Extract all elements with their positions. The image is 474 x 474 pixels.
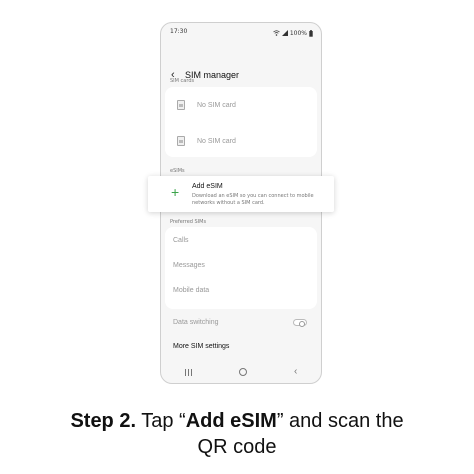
preferred-sims-card: Calls Messages Mobile data: [165, 227, 317, 309]
sim-card-row-2[interactable]: No SIM card: [171, 128, 311, 154]
add-esim-title: Add eSIM: [192, 183, 223, 190]
status-time: 17:30: [170, 28, 188, 35]
data-switching-toggle[interactable]: [293, 319, 307, 327]
caption-prefix: Tap “: [141, 410, 186, 432]
caption-line2: QR code: [197, 436, 277, 458]
recents-icon[interactable]: [184, 368, 192, 376]
section-label-sim-cards: SIM cards: [170, 78, 195, 84]
battery-percent: 100%: [289, 29, 307, 37]
preferred-calls[interactable]: Calls: [173, 237, 189, 244]
add-esim-description: Download an eSIM so you can connect to m…: [192, 193, 314, 206]
add-esim-button[interactable]: + Add eSIM Download an eSIM so you can c…: [148, 176, 334, 212]
sim-card-row-1[interactable]: No SIM card: [171, 92, 311, 118]
section-label-esims: eSIMs: [170, 168, 185, 174]
section-label-preferred-sims: Preferred SIMs: [170, 219, 207, 225]
caption-step: Step 2.: [70, 410, 137, 432]
plus-icon: +: [171, 184, 180, 200]
caption-highlight: Add eSIM: [185, 410, 277, 432]
back-icon[interactable]: ‹: [294, 367, 297, 377]
signal-icon: [281, 30, 288, 36]
sim-card-icon: [177, 136, 185, 146]
status-bar: 17:30 100%: [170, 28, 313, 38]
more-sim-settings[interactable]: More SIM settings: [173, 343, 229, 350]
wifi-icon: [273, 30, 280, 36]
settings-area: Data switching More SIM settings: [165, 309, 317, 359]
battery-icon: [309, 29, 313, 37]
caption-suffix: ” and scan the: [276, 410, 404, 432]
sim-card-icon: [177, 100, 185, 110]
data-switching-label: Data switching: [173, 319, 219, 326]
sim-cards-card: No SIM card No SIM card: [165, 87, 317, 157]
home-icon[interactable]: [238, 368, 247, 376]
navigation-bar: ‹: [161, 365, 321, 379]
sim-card-label: No SIM card: [197, 137, 236, 145]
sim-card-label: No SIM card: [197, 101, 236, 109]
instruction-caption: Step 2. Tap “Add eSIM” and scan the QR c…: [0, 408, 474, 460]
preferred-messages[interactable]: Messages: [173, 262, 205, 269]
preferred-mobile-data[interactable]: Mobile data: [173, 287, 209, 294]
